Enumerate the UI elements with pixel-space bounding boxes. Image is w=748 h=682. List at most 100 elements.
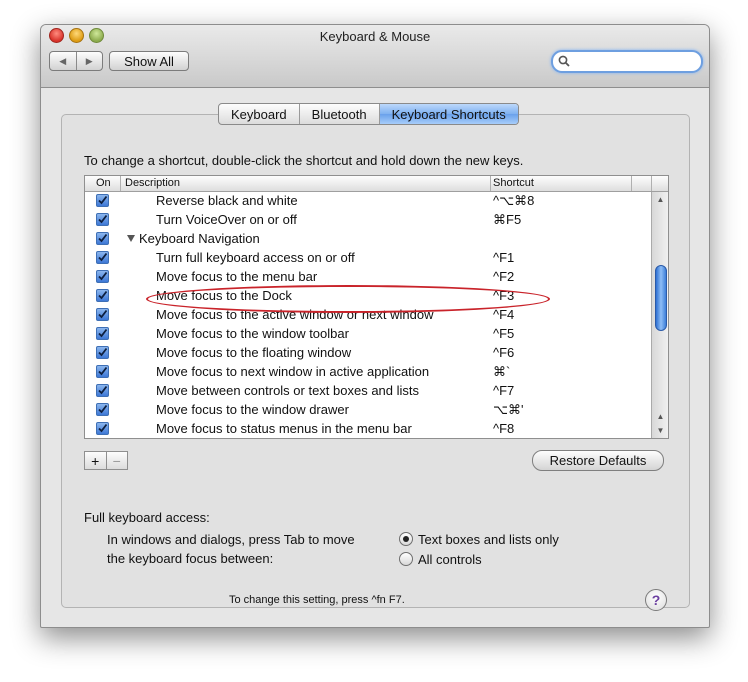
checkmark-icon [98, 309, 108, 319]
table-row[interactable]: Reverse black and white ^⌥⌘8 [85, 192, 651, 211]
table-row[interactable]: Move focus to status menus in the menu b… [85, 420, 651, 438]
checkmark-icon [98, 347, 108, 357]
shortcut-description: Move focus to the window drawer [156, 402, 349, 417]
checkmark-icon [98, 366, 108, 376]
shortcut-description: Move between controls or text boxes and … [156, 383, 420, 398]
search-icon [558, 55, 570, 67]
enabled-checkbox[interactable] [96, 270, 109, 283]
header-separator [490, 176, 491, 191]
add-shortcut-button[interactable]: + [85, 452, 107, 469]
checkmark-icon [98, 233, 108, 243]
scroll-down-arrow[interactable]: ▼ [652, 423, 668, 437]
radio-label: All controls [418, 551, 482, 567]
shortcut-keys[interactable]: ^F2 [493, 269, 514, 284]
shortcut-description: Reverse black and white [156, 193, 298, 208]
enabled-checkbox[interactable] [96, 213, 109, 226]
checkmark-icon [98, 214, 108, 224]
enabled-checkbox[interactable] [96, 422, 109, 435]
forward-button[interactable]: ▶ [77, 52, 103, 70]
table-row[interactable]: Keyboard Navigation [85, 230, 651, 249]
radio-all-controls[interactable]: All controls [399, 550, 482, 568]
shortcut-keys[interactable]: ^F4 [493, 307, 514, 322]
header-separator [120, 176, 121, 191]
enabled-checkbox[interactable] [96, 194, 109, 207]
help-button[interactable]: ? [645, 589, 667, 611]
show-all-button[interactable]: Show All [109, 51, 189, 71]
back-button[interactable]: ◀ [50, 52, 77, 70]
radio-button-selected[interactable] [399, 532, 413, 546]
preferences-window: Keyboard & Mouse ◀ ▶ Show All Keyboard B… [40, 24, 710, 628]
header-separator [651, 176, 652, 191]
radio-button[interactable] [399, 552, 413, 566]
enabled-checkbox[interactable] [96, 346, 109, 359]
checkmark-icon [98, 195, 108, 205]
shortcut-keys[interactable]: ⌘F5 [493, 212, 521, 228]
tab-keyboard-shortcuts[interactable]: Keyboard Shortcuts [379, 104, 518, 124]
table-row[interactable]: Move focus to next window in active appl… [85, 363, 651, 382]
shortcut-keys[interactable]: ^F5 [493, 326, 514, 341]
header-on[interactable]: On [96, 177, 111, 189]
table-row[interactable]: Move focus to the floating window ^F6 [85, 344, 651, 363]
scroll-up-arrow[interactable]: ▲ [652, 192, 668, 206]
enabled-checkbox[interactable] [96, 403, 109, 416]
tab-bluetooth[interactable]: Bluetooth [300, 104, 380, 124]
shortcut-description: Move focus to status menus in the menu b… [156, 421, 412, 436]
table-body: Reverse black and white ^⌥⌘8 Turn VoiceOve… [85, 192, 651, 438]
checkmark-icon [98, 423, 108, 433]
shortcut-keys[interactable]: ^F8 [493, 421, 514, 436]
table-row[interactable]: Move between controls or text boxes and … [85, 382, 651, 401]
scroll-up-arrow[interactable]: ▲ [652, 409, 668, 423]
shortcut-description: Move focus to next window in active appl… [156, 364, 430, 379]
header-shortcut[interactable]: Shortcut [493, 177, 534, 189]
enabled-checkbox[interactable] [96, 365, 109, 378]
restore-defaults-button[interactable]: Restore Defaults [532, 450, 664, 471]
checkmark-icon [98, 328, 108, 338]
enabled-checkbox[interactable] [96, 327, 109, 340]
shortcut-description: Move focus to the menu bar [156, 269, 318, 284]
table-row[interactable]: Turn VoiceOver on or off ⌘F5 [85, 211, 651, 230]
table-header: On Description Shortcut [85, 176, 668, 192]
scroll-thumb[interactable] [655, 265, 667, 331]
tab-keyboard[interactable]: Keyboard [219, 104, 300, 124]
enabled-checkbox[interactable] [96, 251, 109, 264]
shortcut-keys[interactable]: ^F6 [493, 345, 514, 360]
enabled-checkbox[interactable] [96, 308, 109, 321]
change-setting-note: To change this setting, press ^fn F7. [229, 594, 405, 606]
toolbar: Keyboard & Mouse ◀ ▶ Show All [41, 25, 709, 88]
checkmark-icon [98, 385, 108, 395]
checkmark-icon [98, 271, 108, 281]
shortcut-description: Move focus to the window toolbar [156, 326, 349, 341]
window-title: Keyboard & Mouse [319, 29, 431, 44]
description-line-2: the keyboard focus between: [107, 551, 274, 566]
add-remove-control: + − [84, 451, 128, 470]
checkmark-icon [98, 252, 108, 262]
group-label: Keyboard Navigation [139, 231, 260, 246]
full-keyboard-access-label: Full keyboard access: [84, 510, 210, 525]
enabled-checkbox[interactable] [96, 384, 109, 397]
shortcut-keys[interactable]: ^⌥⌘8 [493, 193, 534, 209]
table-row[interactable]: Move focus to the window toolbar ^F5 [85, 325, 651, 344]
instruction-text: To change a shortcut, double-click the s… [84, 153, 524, 168]
enabled-checkbox[interactable] [96, 289, 109, 302]
back-forward-control: ◀ ▶ [49, 51, 103, 71]
shortcut-description: Turn VoiceOver on or off [156, 212, 297, 227]
full-keyboard-access-description: In windows and dialogs, press Tab to mov… [107, 530, 355, 568]
shortcut-keys[interactable]: ⌥⌘' [493, 402, 523, 418]
shortcut-keys[interactable]: ^F1 [493, 250, 514, 265]
disclosure-triangle-icon[interactable] [127, 235, 135, 242]
shortcut-description: Move focus to the floating window [156, 345, 352, 360]
header-description[interactable]: Description [125, 177, 180, 189]
checkmark-icon [98, 290, 108, 300]
highlight-ellipse [146, 285, 550, 313]
radio-text-boxes-and-lists[interactable]: Text boxes and lists only [399, 530, 559, 548]
table-row[interactable]: Turn full keyboard access on or off ^F1 [85, 249, 651, 268]
enabled-checkbox[interactable] [96, 232, 109, 245]
shortcut-keys[interactable]: ⌘` [493, 364, 510, 380]
vertical-scrollbar[interactable]: ▲ ▲ ▼ [651, 192, 668, 438]
table-row[interactable]: Move focus to the window drawer ⌥⌘' [85, 401, 651, 420]
shortcut-keys[interactable]: ^F7 [493, 383, 514, 398]
remove-shortcut-button[interactable]: − [107, 452, 128, 469]
description-line-1: In windows and dialogs, press Tab to mov… [107, 532, 355, 547]
tab-bar: Keyboard Bluetooth Keyboard Shortcuts [218, 103, 519, 125]
search-input[interactable] [551, 50, 703, 73]
